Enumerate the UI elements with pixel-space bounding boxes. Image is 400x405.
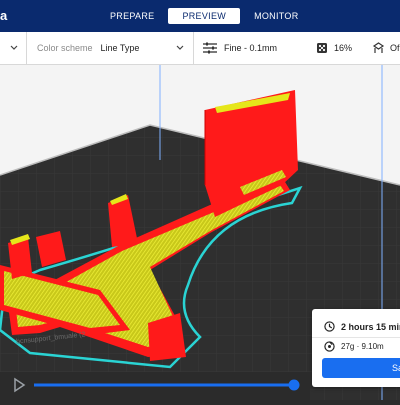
- timeline-handle[interactable]: [288, 379, 300, 391]
- timeline-track: [0, 372, 310, 400]
- color-scheme-select[interactable]: Color scheme Line Type: [37, 32, 187, 64]
- support-icon: [372, 42, 385, 53]
- profile-value: Fine - 0.1mm: [224, 43, 278, 53]
- save-to-disk-button[interactable]: Sa: [322, 358, 400, 378]
- color-scheme-value: Line Type: [100, 43, 140, 53]
- toolbar-divider: [193, 32, 194, 64]
- tab-preview[interactable]: PREVIEW: [168, 8, 241, 24]
- panel-divider: [312, 337, 400, 338]
- tab-prepare[interactable]: PREPARE: [96, 8, 168, 24]
- chevron-down-icon[interactable]: [176, 44, 184, 52]
- header-bar: a PREPARE PREVIEW MONITOR: [0, 0, 400, 32]
- simulation-timeline: [0, 372, 310, 400]
- sliders-icon: [203, 42, 217, 54]
- tab-monitor[interactable]: MONITOR: [240, 8, 312, 24]
- stage-tabs: PREPARE PREVIEW MONITOR: [96, 8, 313, 24]
- print-profile-button[interactable]: Fine - 0.1mm: [202, 32, 302, 64]
- material-usage: 27g · 9.10m: [341, 342, 384, 351]
- toolbar-divider: [26, 32, 27, 64]
- infill-value: 16%: [334, 43, 353, 53]
- spool-icon: [324, 341, 335, 352]
- chevron-down-icon[interactable]: [10, 44, 18, 52]
- color-scheme-label: Color scheme: [37, 43, 93, 53]
- print-time-row[interactable]: 2 hours 15 minu: [324, 321, 400, 332]
- infill-icon: [317, 43, 327, 53]
- print-info-panel: 2 hours 15 minu 27g · 9.10m Sa: [312, 309, 400, 387]
- support-value: Of: [390, 43, 400, 53]
- support-indicator[interactable]: Of: [372, 32, 400, 64]
- app-logo: a: [0, 8, 8, 23]
- infill-indicator[interactable]: 16%: [316, 32, 356, 64]
- view-toolbar: Color scheme Line Type Fine - 0.1mm 16%: [0, 32, 400, 65]
- print-time: 2 hours 15 minu: [341, 321, 400, 332]
- material-row[interactable]: 27g · 9.10m: [324, 341, 384, 352]
- clock-icon: [324, 321, 335, 332]
